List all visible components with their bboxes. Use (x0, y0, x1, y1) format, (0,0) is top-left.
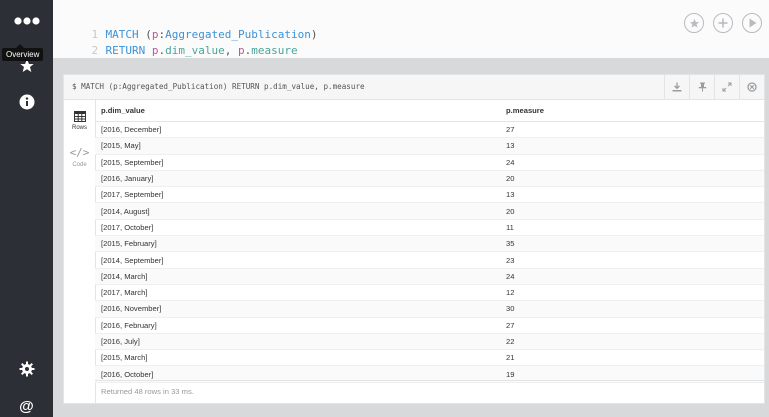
table-header-row: p.dim_value p.measure (95, 99, 764, 122)
sidebar: Overview @ (0, 0, 53, 417)
new-frame-button[interactable] (713, 13, 733, 33)
tab-code[interactable]: </> Code (64, 139, 95, 175)
token-variable: p (145, 44, 159, 57)
plus-icon (718, 18, 728, 28)
table-row: [2017, September] 13 (95, 186, 764, 204)
result-frame: $ MATCH (p:Aggregated_Publication) RETUR… (63, 74, 765, 404)
token-property: measure (251, 44, 298, 57)
keyword-return: RETURN (105, 44, 146, 57)
column-header[interactable]: p.measure (500, 99, 764, 122)
table-cell: [2016, January] (95, 170, 500, 188)
table-icon (73, 111, 86, 122)
table-cell: 11 (500, 219, 764, 237)
table-cell: 22 (500, 333, 764, 351)
table-cell: [2016, February] (95, 317, 500, 334)
table-cell: 13 (500, 186, 764, 204)
table-cell: [2015, September] (95, 154, 500, 171)
table-cell: [2016, November] (95, 300, 500, 318)
table-cell: [2014, August] (95, 202, 500, 220)
table-cell: [2015, May] (95, 137, 500, 155)
table-cell: [2015, March] (95, 349, 500, 367)
token: ) (310, 28, 318, 41)
table-cell: 24 (500, 268, 764, 285)
table-cell: [2017, March] (95, 284, 500, 302)
table-cell: [2014, March] (95, 268, 500, 285)
play-icon (749, 18, 756, 28)
table-cell: [2017, September] (95, 186, 500, 204)
tab-rows-label: Rows (71, 125, 87, 131)
table-row: [2015, May] 13 (95, 137, 764, 155)
code-icon: </> (69, 146, 90, 159)
table-cell: 27 (500, 317, 764, 334)
download-icon (672, 82, 682, 92)
table-row: [2016, July] 22 (95, 333, 764, 351)
table-cell: 20 (500, 202, 764, 220)
table-cell: 21 (500, 349, 764, 367)
table-row: [2014, September] 23 (95, 251, 764, 269)
table-row: [2016, January] 20 (95, 170, 764, 188)
view-tabs: Rows </> Code (64, 99, 96, 404)
gear-icon[interactable] (0, 359, 53, 379)
token-variable: p (237, 44, 245, 57)
column-header[interactable]: p.dim_value (95, 99, 500, 122)
result-table: p.dim_value p.measure [2016, December] 27… (95, 99, 764, 383)
database-icon[interactable] (0, 10, 53, 32)
table-cell: [2015, February] (95, 235, 500, 253)
frame-query[interactable]: $ MATCH (p:Aggregated_Publication) RETUR… (72, 82, 365, 91)
tab-code-label: Code (72, 162, 87, 168)
table-cell: 23 (500, 251, 764, 269)
info-icon[interactable] (0, 92, 53, 112)
table-row: [2017, October] 11 (95, 219, 764, 237)
table-cell: 13 (500, 137, 764, 155)
star-icon (689, 18, 699, 28)
at-icon[interactable]: @ (0, 396, 53, 416)
line-number: 2 (91, 44, 99, 57)
expand-icon (722, 82, 732, 92)
table-row: [2015, February] 35 (95, 235, 764, 253)
table-row: [2015, March] 21 (95, 349, 764, 367)
table-row: [2016, December] 27 (95, 121, 764, 139)
table-cell: 12 (500, 284, 764, 302)
table-row: [2014, March] 24 (95, 268, 764, 285)
favorite-button[interactable] (684, 13, 704, 33)
table-row: [2014, August] 20 (95, 202, 764, 220)
table-cell: 30 (500, 300, 764, 318)
table-row: [2016, November] 30 (95, 300, 764, 318)
token-property: dim_value (165, 44, 225, 57)
table-row: [2015, September] 24 (95, 154, 764, 171)
token: , (224, 44, 238, 57)
table-cell: [2017, October] (95, 219, 500, 237)
expand-button[interactable] (714, 75, 739, 99)
query-editor[interactable]: 1 MATCH (p:Aggregated_Publication) 2 RETUR… (53, 0, 769, 58)
download-button[interactable] (664, 75, 689, 99)
overview-tooltip: Overview (2, 44, 44, 61)
table-cell: 20 (500, 170, 764, 188)
close-icon (747, 82, 757, 92)
table-cell: 27 (500, 121, 764, 139)
table-cell: [2014, September] (95, 251, 500, 269)
table-row: [2016, February] 27 (95, 317, 764, 334)
run-button[interactable] (742, 13, 762, 33)
pin-button[interactable] (689, 75, 714, 99)
status-bar: Returned 48 rows in 33 ms. (95, 380, 764, 403)
frame-header: $ MATCH (p:Aggregated_Publication) RETUR… (64, 75, 764, 100)
close-button[interactable] (739, 75, 764, 99)
table-cell: [2016, December] (95, 121, 500, 139)
table-cell: 35 (500, 235, 764, 253)
table-cell: 24 (500, 154, 764, 171)
pin-icon (698, 82, 706, 92)
table-cell: [2016, July] (95, 333, 500, 351)
table-row: [2017, March] 12 (95, 284, 764, 302)
tab-rows[interactable]: Rows (64, 103, 95, 139)
editor-line-2: 2 RETURN p.dim_value, p.measure (65, 31, 298, 70)
